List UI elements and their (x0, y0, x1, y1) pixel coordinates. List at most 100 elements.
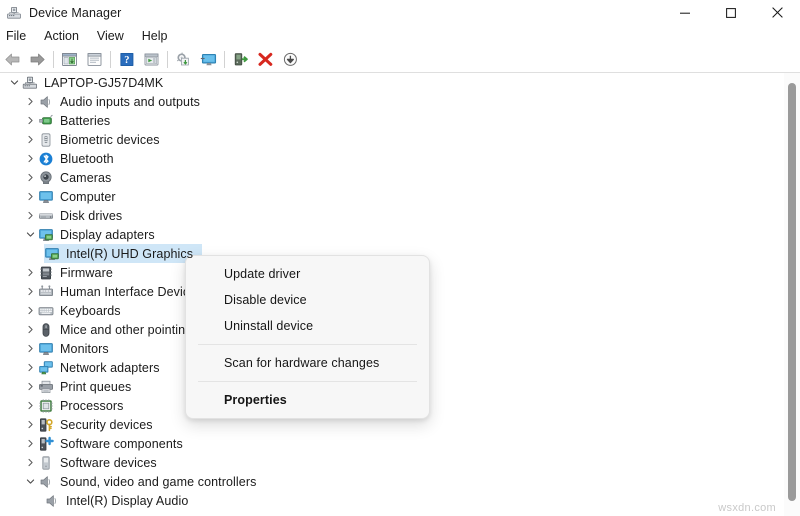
context-menu-item-properties[interactable]: Properties (186, 387, 429, 413)
toolbar-separator (53, 51, 54, 68)
tree-node-label: Display adapters (60, 228, 155, 242)
chevron-right-icon[interactable] (22, 206, 38, 225)
chevron-right-icon[interactable] (22, 111, 38, 130)
device-manager-window: Device Manager File Action View He (0, 0, 800, 516)
update-driver-icon (175, 52, 192, 67)
tree-node-display-adapters[interactable]: Display adapters (0, 225, 800, 244)
menu-view[interactable]: View (88, 26, 133, 46)
disable-device-button[interactable] (278, 47, 303, 71)
tree-node-label: Disk drives (60, 209, 122, 223)
red-x-icon (257, 52, 274, 67)
chevron-down-icon[interactable] (22, 472, 38, 491)
tree-node-label: Network adapters (60, 361, 160, 375)
tree-node-intel-display-audio[interactable]: Intel(R) Display Audio (0, 491, 800, 510)
tree-node-root[interactable]: LAPTOP-GJ57D4MK (0, 73, 800, 92)
vertical-scrollbar[interactable] (784, 73, 800, 516)
tree-node-label: Software devices (60, 456, 157, 470)
close-button[interactable] (754, 0, 800, 25)
action-pane-icon (143, 52, 160, 67)
chevron-right-icon[interactable] (22, 415, 38, 434)
scan-for-hardware-changes-button[interactable] (196, 47, 221, 71)
speaker-icon (38, 474, 54, 490)
network-adapter-icon (38, 360, 54, 376)
context-menu-item-uninstall-device[interactable]: Uninstall device (186, 313, 429, 339)
chevron-right-icon[interactable] (22, 453, 38, 472)
display-adapter-icon (44, 246, 60, 262)
chevron-right-icon[interactable] (22, 168, 38, 187)
chevron-down-icon[interactable] (22, 225, 38, 244)
firmware-icon (38, 265, 54, 281)
tree-node-label: Biometric devices (60, 133, 160, 147)
monitor-scan-icon (200, 52, 218, 67)
tree-node-cameras[interactable]: Cameras (0, 168, 800, 187)
help-button[interactable]: ? (114, 47, 139, 71)
tree-node-label: Security devices (60, 418, 153, 432)
context-menu-separator (198, 381, 417, 382)
show-hide-action-pane-button[interactable] (139, 47, 164, 71)
toolbar: ? (0, 46, 800, 73)
minimize-button[interactable] (662, 0, 708, 25)
chevron-right-icon[interactable] (22, 263, 38, 282)
update-driver-button[interactable] (171, 47, 196, 71)
back-button[interactable] (0, 47, 25, 71)
tree-node-label: Audio inputs and outputs (60, 95, 200, 109)
tree-node-batteries[interactable]: Batteries (0, 111, 800, 130)
properties-button[interactable] (82, 47, 107, 71)
software-component-icon (38, 436, 54, 452)
context-menu-item-scan-for-hardware-changes[interactable]: Scan for hardware changes (186, 350, 429, 376)
enable-device-button[interactable] (228, 47, 253, 71)
security-device-icon (38, 417, 54, 433)
tree-node-computer[interactable]: Computer (0, 187, 800, 206)
maximize-button[interactable] (708, 0, 754, 25)
camera-icon (38, 170, 54, 186)
speaker-icon (44, 493, 60, 509)
chevron-right-icon[interactable] (22, 92, 38, 111)
tree-node-label: Monitors (60, 342, 109, 356)
hid-icon (38, 284, 54, 300)
tree-node-software-components[interactable]: Software components (0, 434, 800, 453)
chevron-right-icon[interactable] (22, 358, 38, 377)
chevron-right-icon[interactable] (22, 130, 38, 149)
chevron-right-icon[interactable] (22, 301, 38, 320)
context-menu[interactable]: Update driver Disable device Uninstall d… (185, 255, 430, 419)
tree-node-label: Computer (60, 190, 116, 204)
toolbar-separator (167, 51, 168, 68)
tree-node-label: Intel(R) UHD Graphics (66, 247, 193, 261)
chevron-right-icon[interactable] (22, 187, 38, 206)
chevron-right-icon[interactable] (22, 149, 38, 168)
tree-node-label: Human Interface Devices (60, 285, 203, 299)
watermark: wsxdn.com (718, 502, 776, 514)
chevron-down-icon[interactable] (6, 73, 22, 92)
tree-node-software-devices[interactable]: Software devices (0, 453, 800, 472)
show-hide-console-tree-button[interactable] (57, 47, 82, 71)
battery-icon (38, 113, 54, 129)
back-arrow-icon (4, 52, 21, 67)
tree-node-biometric-devices[interactable]: Biometric devices (0, 130, 800, 149)
tree-node-sound-video-and-game-controllers[interactable]: Sound, video and game controllers (0, 472, 800, 491)
tree-node-audio-inputs-and-outputs[interactable]: Audio inputs and outputs (0, 92, 800, 111)
toolbar-separator (224, 51, 225, 68)
chevron-right-icon[interactable] (22, 377, 38, 396)
uninstall-device-button[interactable] (253, 47, 278, 71)
svg-text:?: ? (124, 55, 129, 66)
chevron-right-icon[interactable] (22, 282, 38, 301)
forward-button[interactable] (25, 47, 50, 71)
menu-action[interactable]: Action (35, 26, 88, 46)
tree-node-disk-drives[interactable]: Disk drives (0, 206, 800, 225)
tree-node-label: Intel(R) Display Audio (66, 494, 188, 508)
scrollbar-thumb[interactable] (788, 83, 796, 501)
context-menu-separator (198, 344, 417, 345)
window-controls (662, 0, 800, 25)
processor-icon (38, 398, 54, 414)
enable-device-icon (232, 52, 249, 67)
speaker-icon (38, 94, 54, 110)
context-menu-item-update-driver[interactable]: Update driver (186, 261, 429, 287)
chevron-right-icon[interactable] (22, 434, 38, 453)
tree-node-bluetooth[interactable]: Bluetooth (0, 149, 800, 168)
chevron-right-icon[interactable] (22, 320, 38, 339)
menu-file[interactable]: File (0, 26, 35, 46)
context-menu-item-disable-device[interactable]: Disable device (186, 287, 429, 313)
chevron-right-icon[interactable] (22, 396, 38, 415)
chevron-right-icon[interactable] (22, 339, 38, 358)
menu-help[interactable]: Help (133, 26, 177, 46)
